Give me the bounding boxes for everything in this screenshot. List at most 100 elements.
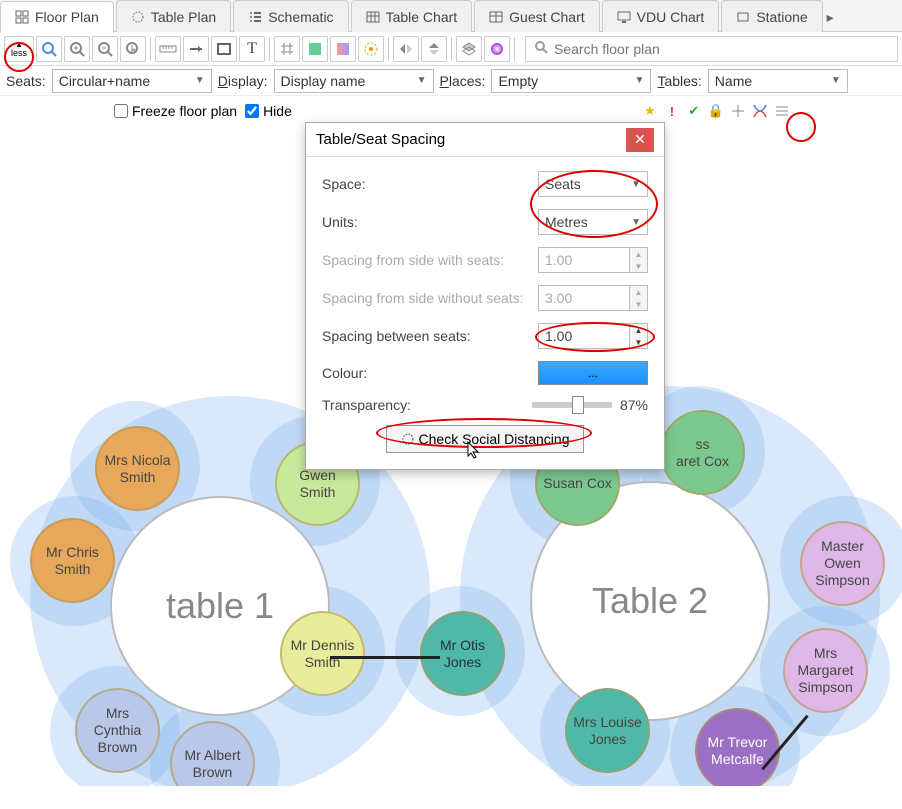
seats-label: Seats: bbox=[6, 73, 46, 89]
spin-down: ▼ bbox=[629, 298, 647, 310]
places-dropdown[interactable]: Empty▼ bbox=[491, 69, 651, 93]
list-icon bbox=[248, 10, 262, 24]
warning-icon[interactable]: ! bbox=[662, 101, 682, 121]
guest-label: Gwen Smith bbox=[281, 467, 354, 501]
guest-label: Mrs Louise Jones bbox=[571, 714, 644, 748]
guest-label: ssaret Cox bbox=[676, 436, 729, 470]
check-icon[interactable]: ✔ bbox=[684, 101, 704, 121]
guest-cynthia[interactable]: Mrs Cynthia Brown bbox=[75, 688, 160, 773]
hide-checkbox[interactable]: Hide bbox=[245, 103, 292, 119]
grid-lines-icon[interactable] bbox=[274, 36, 300, 62]
list-toggle-icon[interactable] bbox=[772, 101, 792, 121]
spin-up: ▲ bbox=[629, 286, 647, 298]
text-icon[interactable]: T bbox=[239, 36, 265, 62]
guest-trevor[interactable]: Mr Trevor Metcalfe bbox=[695, 708, 780, 786]
close-button[interactable]: ✕ bbox=[626, 128, 654, 152]
colour-btn-text: ... bbox=[588, 366, 598, 380]
guest-margaret-s[interactable]: Mrs Margaret Simpson bbox=[783, 628, 868, 713]
circle-dots-icon bbox=[131, 10, 145, 24]
space-value: Seats bbox=[545, 176, 581, 192]
spacing-between-value: 1.00 bbox=[539, 328, 629, 344]
spin-down: ▼ bbox=[629, 260, 647, 272]
less-button[interactable]: ▲less bbox=[4, 36, 34, 62]
tables-dropdown[interactable]: Name▼ bbox=[708, 69, 848, 93]
slider-thumb[interactable] bbox=[572, 396, 584, 414]
colour-button[interactable]: ... bbox=[538, 361, 648, 385]
places-label: Places: bbox=[440, 73, 486, 89]
gradient-icon[interactable] bbox=[330, 36, 356, 62]
options-row: Seats: Circular+name▼ Display: Display n… bbox=[0, 66, 902, 96]
transparency-value: 87% bbox=[620, 397, 648, 413]
star-icon[interactable]: ★ bbox=[640, 101, 660, 121]
guest-louise[interactable]: Mrs Louise Jones bbox=[565, 688, 650, 773]
tab-table-chart[interactable]: Table Chart bbox=[351, 0, 473, 32]
zoom-out-icon[interactable] bbox=[92, 36, 118, 62]
lock-icon[interactable]: 🔒 bbox=[706, 101, 726, 121]
layers-icon[interactable] bbox=[456, 36, 482, 62]
rectangle-icon[interactable] bbox=[211, 36, 237, 62]
guest-label: Mrs Cynthia Brown bbox=[81, 705, 154, 755]
transparency-slider[interactable] bbox=[532, 402, 612, 408]
spin-down[interactable]: ▼ bbox=[629, 336, 647, 348]
spacing-between-label: Spacing between seats: bbox=[322, 328, 471, 344]
color-wheel-icon[interactable] bbox=[484, 36, 510, 62]
less-label: less bbox=[11, 49, 27, 57]
tab-vdu-chart[interactable]: VDU Chart bbox=[602, 0, 720, 32]
table-icon bbox=[366, 10, 380, 24]
spin-up: ▲ bbox=[629, 248, 647, 260]
table-icon bbox=[489, 10, 503, 24]
display-dropdown[interactable]: Display name▼ bbox=[274, 69, 434, 93]
guest-label: Mrs Nicola Smith bbox=[101, 452, 174, 486]
chevron-right-icon[interactable]: ▸ bbox=[827, 9, 834, 26]
proximity-icon[interactable] bbox=[750, 101, 770, 121]
guest-chris[interactable]: Mr Chris Smith bbox=[30, 518, 115, 603]
transparency-label: Transparency: bbox=[322, 397, 411, 413]
tab-floor-plan[interactable]: Floor Plan bbox=[0, 1, 114, 33]
guest-owen[interactable]: Master Owen Simpson bbox=[800, 521, 885, 606]
space-dropdown[interactable]: Seats▼ bbox=[538, 171, 648, 197]
tab-bar: Floor Plan Table Plan Schematic Table Ch… bbox=[0, 0, 902, 32]
tab-schematic[interactable]: Schematic bbox=[233, 0, 348, 32]
guest-margaret-cox[interactable]: ssaret Cox bbox=[660, 410, 745, 495]
tab-label: Guest Chart bbox=[509, 9, 584, 25]
tab-guest-chart[interactable]: Guest Chart bbox=[474, 0, 599, 32]
tab-label: Floor Plan bbox=[35, 9, 99, 25]
dialog-titlebar[interactable]: Table/Seat Spacing ✕ bbox=[306, 123, 664, 157]
units-dropdown[interactable]: Metres▼ bbox=[538, 209, 648, 235]
seats-dropdown[interactable]: Circular+name▼ bbox=[52, 69, 212, 93]
spacing-icon[interactable] bbox=[358, 36, 384, 62]
fill-icon[interactable] bbox=[302, 36, 328, 62]
space-label: Space: bbox=[322, 176, 366, 192]
table-seat-spacing-dialog: Table/Seat Spacing ✕ Space: Seats▼ Units… bbox=[305, 122, 665, 470]
tab-stationery[interactable]: Statione ▸ bbox=[721, 0, 822, 32]
freeze-checkbox[interactable]: Freeze floor plan bbox=[114, 103, 237, 119]
zoom-in-icon[interactable] bbox=[64, 36, 90, 62]
tab-label: VDU Chart bbox=[637, 9, 705, 25]
ruler-icon[interactable] bbox=[155, 36, 181, 62]
arrow-icon[interactable] bbox=[183, 36, 209, 62]
spacing-with-label: Spacing from side with seats: bbox=[322, 252, 504, 268]
search-input[interactable] bbox=[554, 41, 889, 57]
grid-spacing-icon[interactable] bbox=[728, 101, 748, 121]
colour-label: Colour: bbox=[322, 365, 367, 381]
zoom-select-icon[interactable] bbox=[120, 36, 146, 62]
flip-v-icon[interactable] bbox=[421, 36, 447, 62]
guest-otis[interactable]: Mr Otis Jones bbox=[420, 611, 505, 696]
spin-up[interactable]: ▲ bbox=[629, 324, 647, 336]
table2-label: Table 2 bbox=[592, 580, 708, 622]
check-social-distancing-button[interactable]: Check Social Distancing bbox=[386, 425, 585, 453]
guest-nicola[interactable]: Mrs Nicola Smith bbox=[95, 426, 180, 511]
search-floor-plan[interactable] bbox=[525, 36, 898, 62]
guest-dennis[interactable]: Mr Dennis Smith bbox=[280, 611, 365, 696]
tab-table-plan[interactable]: Table Plan bbox=[116, 0, 231, 32]
monitor-icon bbox=[617, 10, 631, 24]
guest-label: Susan Cox bbox=[543, 475, 611, 492]
zoom-fit-icon[interactable] bbox=[36, 36, 62, 62]
tables-label: Tables: bbox=[657, 73, 701, 89]
cursor-icon bbox=[466, 440, 482, 465]
display-value: Display name bbox=[281, 73, 366, 89]
spacing-between-input[interactable]: 1.00▲▼ bbox=[538, 323, 648, 349]
units-label: Units: bbox=[322, 214, 358, 230]
flip-h-icon[interactable] bbox=[393, 36, 419, 62]
main-toolbar: ▲less T bbox=[0, 32, 902, 66]
